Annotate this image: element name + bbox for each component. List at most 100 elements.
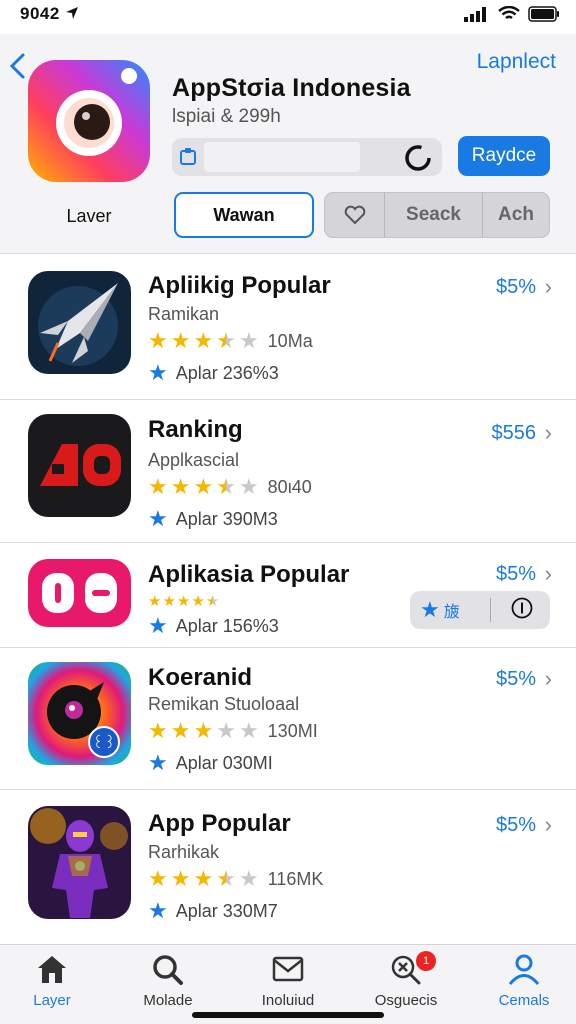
seg-search[interactable]: Seack — [385, 193, 483, 237]
mail-icon — [272, 956, 304, 982]
info-icon[interactable] — [511, 597, 533, 624]
top-right-link[interactable]: Lapnlect — [477, 50, 556, 74]
camera-lens-icon — [28, 60, 150, 182]
price[interactable]: $556 — [492, 422, 537, 445]
star-icon: ★ — [170, 328, 191, 353]
list-item[interactable]: Aplikasia Popular ★★★★★ ★ Aplar 156%3 $5… — [0, 543, 576, 648]
tab-active[interactable]: Wawan — [174, 192, 314, 238]
star-icon: ★ — [193, 866, 214, 891]
rating: ★ ★ ★ ★ ★ 116MK — [148, 868, 323, 891]
aplar-line: ★ Aplar 156%3 — [148, 613, 279, 639]
chevron-right-icon[interactable]: › — [545, 420, 552, 446]
chevron-left-icon — [9, 53, 25, 79]
list-item[interactable]: App Popular Rarhikak ★ ★ ★ ★ ★ 116MK ★ Aplar… — [0, 790, 576, 940]
star-icon: ★ — [193, 474, 214, 499]
chevron-right-icon[interactable]: › — [545, 561, 552, 587]
tab-layer[interactable]: Layer — [0, 953, 104, 1009]
star-icon: ★ — [420, 597, 440, 622]
aplar-text: Aplar 156%3 — [175, 615, 279, 636]
rating-count: 130MI — [267, 721, 318, 741]
aplar-line: ★ Aplar 390M3 — [148, 506, 278, 532]
star-rating-icon: ★★★★★ — [148, 593, 220, 611]
aplar-text: Aplar 330M7 — [175, 900, 278, 921]
back-button[interactable] — [8, 52, 32, 80]
aplar-line: ★ Aplar 030MI — [148, 750, 273, 776]
star-icon: ★ — [148, 750, 168, 775]
price[interactable]: $5% — [496, 563, 536, 586]
star-icon: ★ — [148, 593, 162, 610]
pink-app-icon — [28, 559, 131, 627]
app-subtitle: Ɩspiai & 299h — [172, 106, 281, 127]
app-header: Lapnlect AppStσia Indonesia Ɩspiai & 299… — [0, 34, 576, 254]
star-icon: ★ — [238, 474, 259, 499]
status-time: 9042 — [20, 4, 79, 24]
seg-ach[interactable]: Ach — [483, 193, 549, 237]
price[interactable]: $5% — [496, 814, 536, 837]
download-progress — [172, 138, 442, 176]
list-item[interactable]: ꒰꒱ Koeranid Remikan Stuoloaal ★ ★ ★ ★ ★ 130M… — [0, 648, 576, 790]
star-icon: ★ — [148, 718, 168, 743]
aplar-text: Aplar 030MI — [175, 752, 273, 773]
star-icon: ★ — [205, 593, 220, 610]
star-icon: ★ — [170, 474, 191, 499]
app-subtitle: Remikan Stuoloaal — [148, 694, 300, 714]
tab-label: Inoluiud — [261, 992, 315, 1009]
price[interactable]: $5% — [496, 668, 536, 691]
app-icon[interactable] — [28, 60, 150, 182]
clipboard-icon — [178, 147, 198, 172]
star-icon: ★ — [176, 593, 191, 610]
pill-text: 旇 — [443, 604, 460, 621]
rating-count: 116MK — [267, 869, 324, 889]
segmented-control: Seack Ach — [324, 192, 550, 238]
chevron-right-icon[interactable]: › — [545, 274, 552, 300]
tab-label: Layer — [33, 992, 71, 1009]
aplar-line: ★ Aplar 236%3 — [148, 360, 279, 386]
list-item[interactable]: Apliikig Popular Ramikan ★ ★ ★ ★ ★ 10Ma ★ Ap… — [0, 254, 576, 400]
app-title: Apliikig Popular — [148, 272, 331, 299]
app-title: Ranking — [148, 416, 243, 443]
aplar-text: Aplar 236%3 — [175, 362, 279, 383]
app-title: App Popular — [148, 810, 291, 837]
list-item[interactable]: Ranking Applkascial ★ ★ ★ ★ ★ 80ι40 ★ Aplar … — [0, 400, 576, 543]
star-icon: ★ — [148, 506, 168, 531]
rating: ★★★★★ — [148, 593, 220, 611]
favorite-segment[interactable] — [325, 193, 385, 237]
star-icon: ★ — [148, 328, 168, 353]
star-icon: ★ — [170, 718, 191, 743]
star-rating-icon: ★★★★★ — [148, 720, 262, 743]
ranking-app-icon — [28, 414, 131, 517]
progress-fill — [204, 142, 360, 172]
star-icon: ★ — [191, 593, 205, 610]
action-pill[interactable]: ★ 旇 — [410, 591, 550, 629]
aplar-text: Aplar 390M3 — [175, 508, 278, 529]
rating-count: 10Ma — [267, 331, 313, 351]
star-icon: ★ — [148, 866, 168, 891]
person-icon — [508, 954, 540, 985]
tab-osguecis[interactable]: 1 Osguecis — [354, 951, 458, 1009]
svg-text:꒰꒱: ꒰꒱ — [92, 735, 115, 752]
star-icon: ★ — [216, 866, 236, 891]
star-rating-icon: ★★★★★ — [148, 476, 262, 499]
star-icon: ★ — [193, 328, 214, 353]
app-subtitle: Applkascial — [148, 450, 240, 470]
wifi-icon — [498, 6, 520, 20]
app-list: Apliikig Popular Ramikan ★ ★ ★ ★ ★ 10Ma ★ Ap… — [0, 254, 576, 940]
app-title: Koeranid — [148, 664, 253, 691]
rating: ★ ★ ★ ★ ★ 10Ma — [148, 330, 313, 353]
rocket-app-icon — [28, 271, 131, 374]
search-icon — [153, 955, 183, 985]
tab-label: Cemals — [498, 992, 550, 1009]
left-tab-label[interactable]: Laver — [28, 206, 150, 227]
price[interactable]: $5% — [496, 276, 536, 299]
app-subtitle: Ramikan — [148, 304, 220, 324]
tab-cemals[interactable]: Cemals — [472, 953, 576, 1009]
pill-divider — [489, 598, 491, 622]
rating: ★ ★ ★ ★ ★ 130MI — [148, 720, 318, 743]
tab-molade[interactable]: Molade — [116, 953, 220, 1009]
chevron-right-icon[interactable]: › — [545, 812, 552, 838]
chevron-right-icon[interactable]: › — [545, 666, 552, 692]
action-button[interactable]: Raydce — [458, 136, 550, 176]
app-subtitle: Rarhikak — [148, 842, 220, 862]
star-icon: ★ — [148, 613, 168, 638]
tab-inoluiud[interactable]: Inoluiud — [236, 953, 340, 1009]
